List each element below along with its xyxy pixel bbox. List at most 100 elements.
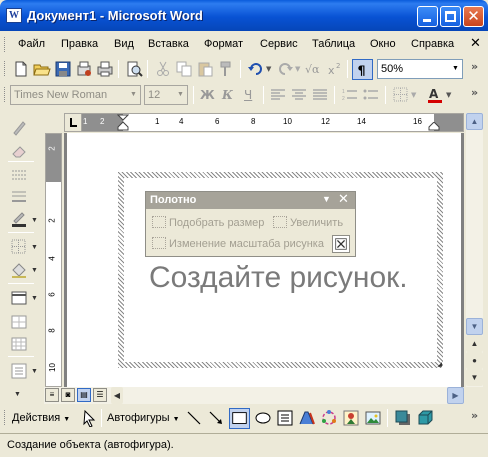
tab-selector[interactable] [65,114,82,131]
font-color-dropdown-icon[interactable]: ▼ [446,91,451,99]
borders-icon[interactable] [392,86,410,104]
show-formatting-icon[interactable]: ¶ [352,59,373,80]
italic-button[interactable]: К [222,88,233,102]
borders-dropdown-icon[interactable]: ▼ [411,91,416,99]
line-icon[interactable] [185,409,203,427]
resize-handle-icon[interactable]: ◢ [437,361,442,368]
chevron-down-icon[interactable]: ▼ [31,267,38,274]
toolbar-options-icon[interactable]: » [471,86,478,99]
close-icon[interactable]: ✕ [338,192,349,207]
chevron-down-icon[interactable]: ▼ [31,244,38,251]
undo-icon[interactable] [247,60,265,78]
menu-help[interactable]: Справка [411,38,454,50]
cut-icon[interactable] [154,60,172,78]
scroll-down-button[interactable]: ▼ [466,318,483,335]
print-layout-button[interactable]: ▤ [77,388,91,402]
line-style-icon[interactable] [10,166,28,184]
outline-view-button[interactable]: ☰ [93,388,107,402]
underline-button[interactable]: Ч [244,88,252,102]
redo-icon[interactable] [276,60,294,78]
menu-tools[interactable]: Сервис [260,38,298,50]
undo-dropdown-icon[interactable]: ▼ [266,65,271,73]
rectangle-icon[interactable] [229,408,250,429]
text-wrapping-icon[interactable] [332,235,350,253]
close-document-icon[interactable]: ✕ [470,36,481,51]
vertical-ruler[interactable]: 2 2 4 6 8 10 [45,133,62,387]
horizontal-scrollbar[interactable]: ≡ ◙ ▤ ☰ ◀ ▶ [44,387,464,404]
chevron-down-icon[interactable]: ▼ [31,295,38,302]
arrow-icon[interactable] [207,409,225,427]
copy-icon[interactable] [175,60,193,78]
border-color-icon[interactable] [10,210,28,228]
canvas-toolbar-titlebar[interactable]: Полотно ▼ ✕ [146,192,355,209]
split-cells-icon[interactable] [10,335,28,353]
paste-icon[interactable] [196,60,214,78]
bold-button[interactable]: Ж [200,88,215,102]
3d-style-icon[interactable] [416,409,434,427]
print-icon[interactable] [96,60,114,78]
toolbar-grip[interactable] [4,61,7,76]
line-weight-icon[interactable] [10,188,28,206]
new-icon[interactable] [12,60,30,78]
format-painter-icon[interactable] [217,60,235,78]
align-justify-icon[interactable] [311,86,329,104]
numbering-icon[interactable]: 12 [341,86,359,104]
shading-color-icon[interactable] [10,261,28,279]
chevron-down-icon[interactable]: ▼ [31,368,38,375]
font-size-select[interactable]: 12 ▼ [144,85,188,105]
zoom-select[interactable]: 50% ▼ [377,59,463,79]
eraser-icon[interactable] [10,142,28,160]
maximize-button[interactable] [440,6,461,27]
print-preview-icon[interactable] [125,60,143,78]
shadow-style-icon[interactable] [394,409,412,427]
menu-file[interactable]: Файл [18,38,45,50]
insert-table-icon[interactable] [10,289,28,307]
horizontal-ruler[interactable]: 1 2 1 4 6 8 10 12 14 16 [64,113,464,132]
clip-art-icon[interactable] [342,409,360,427]
menu-format[interactable]: Формат [204,38,243,50]
scroll-up-button[interactable]: ▲ [466,113,483,130]
menu-table[interactable]: Таблица [312,38,355,50]
document-page[interactable]: Создайте рисунок. ◢ [67,133,461,387]
draw-table-icon[interactable] [10,119,28,137]
menu-insert[interactable]: Вставка [148,38,189,50]
align-left-icon[interactable] [269,86,287,104]
save-icon[interactable] [54,60,72,78]
browse-object-button[interactable]: ● [466,352,483,369]
align-cell-icon[interactable] [10,362,28,380]
left-indent-marker-icon[interactable] [117,114,129,131]
document-area[interactable]: Создайте рисунок. ◢ [64,133,464,387]
merge-cells-icon[interactable] [10,313,28,331]
toolbar-options-icon[interactable]: ▼ [14,391,21,398]
toolbar-grip[interactable] [4,410,7,425]
next-page-button[interactable]: ▼ [466,369,483,386]
expand-drawing-button[interactable]: Увеличить [273,216,343,234]
toolbar-grip[interactable] [4,87,7,102]
permission-icon[interactable] [75,60,93,78]
menu-window[interactable]: Окно [370,38,396,50]
close-button[interactable]: ✕ [463,6,484,27]
wordart-icon[interactable] [298,409,316,427]
equation-icon[interactable]: √α [304,60,322,78]
select-objects-icon[interactable] [80,409,98,427]
outside-border-icon[interactable] [10,238,28,256]
insert-picture-icon[interactable] [364,409,382,427]
superscript-icon[interactable]: x2 [326,60,344,78]
diagram-icon[interactable] [320,409,338,427]
draw-actions-menu[interactable]: Действия ▼ [12,412,70,424]
vertical-scrollbar[interactable]: ▲ ▼ ▲ ● ▼ [466,113,483,387]
oval-icon[interactable] [254,409,272,427]
toolbar-grip[interactable] [4,37,7,52]
font-color-icon[interactable]: A [426,86,444,104]
title-bar[interactable]: W Документ1 - Microsoft Word ✕ [0,0,488,31]
font-select[interactable]: Times New Roman ▼ [10,85,141,105]
previous-page-button[interactable]: ▲ [466,335,483,352]
web-view-button[interactable]: ◙ [61,388,75,402]
fit-drawing-button[interactable]: Подобрать размер [152,216,264,234]
scale-drawing-button[interactable]: Изменение масштаба рисунка [152,237,324,255]
autoshapes-menu[interactable]: Автофигуры ▼ [107,412,180,424]
align-center-icon[interactable] [290,86,308,104]
word-app-icon[interactable]: W [6,8,22,23]
redo-dropdown-icon[interactable]: ▼ [295,65,300,73]
menu-edit[interactable]: Правка [61,38,98,50]
